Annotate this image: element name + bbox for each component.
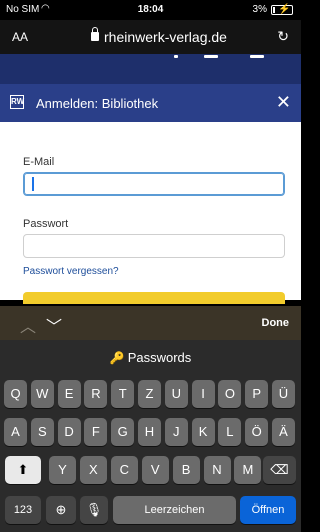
password-suggestion[interactable]: 🔑 Passwords bbox=[0, 340, 301, 376]
keyboard-row-1: QWERTZUIOPÜ bbox=[0, 380, 301, 408]
battery-icon: ⚡ bbox=[271, 4, 293, 15]
microphone-icon[interactable]: 🎙 bbox=[80, 496, 108, 524]
keyboard-row-2: ASDFGHJKLÖÄ bbox=[0, 418, 301, 446]
letter-key[interactable]: W bbox=[30, 380, 54, 408]
letter-key[interactable]: R bbox=[84, 380, 108, 408]
close-icon[interactable]: ✕ bbox=[276, 92, 291, 113]
reload-icon[interactable]: ↻ bbox=[277, 28, 289, 45]
letter-key[interactable]: Ü bbox=[272, 380, 295, 408]
letter-key[interactable]: U bbox=[164, 380, 188, 408]
passwords-label: Passwords bbox=[127, 350, 192, 365]
rheinwerk-logo-icon: RW bbox=[10, 95, 24, 109]
letter-key[interactable]: N bbox=[203, 456, 231, 484]
letter-key[interactable]: E bbox=[57, 380, 81, 408]
email-field[interactable] bbox=[23, 172, 285, 196]
keyboard-row-3: ⬆ ⌫ YXCVBNM bbox=[0, 456, 301, 484]
previous-field-icon[interactable]: ︿ bbox=[20, 313, 36, 337]
keyboard: 🔑 Passwords QWERTZUIOPÜ ASDFGHJKLÖÄ ⬆ ⌫ Y… bbox=[0, 340, 301, 532]
letter-key[interactable]: B bbox=[172, 456, 200, 484]
browser-address-bar[interactable]: AA rheinwerk-verlag.de ↻ bbox=[0, 20, 301, 54]
letter-key[interactable]: S bbox=[30, 418, 54, 446]
letter-key[interactable]: X bbox=[79, 456, 107, 484]
delete-key[interactable]: ⌫ bbox=[263, 456, 296, 484]
letter-key[interactable]: C bbox=[110, 456, 138, 484]
battery-percent: 3% bbox=[252, 4, 267, 15]
status-bar: No SIM ◠ 18:04 3% ⚡ bbox=[0, 0, 301, 20]
open-key[interactable]: Öffnen bbox=[240, 496, 296, 524]
lock-icon bbox=[91, 27, 99, 41]
header-decoration bbox=[204, 55, 218, 58]
done-button[interactable]: Done bbox=[262, 317, 290, 329]
shift-key[interactable]: ⬆ bbox=[5, 456, 41, 484]
letter-key[interactable]: Y bbox=[49, 456, 76, 484]
password-label: Passwort bbox=[23, 218, 69, 230]
letter-key[interactable]: T bbox=[111, 380, 135, 408]
letter-key[interactable]: P bbox=[245, 380, 269, 408]
letter-key[interactable]: F bbox=[84, 418, 108, 446]
site-header-background bbox=[0, 54, 301, 84]
text-caret bbox=[32, 177, 34, 191]
letter-key[interactable]: L bbox=[218, 418, 242, 446]
globe-icon[interactable]: ⊕ bbox=[46, 496, 76, 524]
letter-key[interactable]: V bbox=[141, 456, 169, 484]
login-modal-body: E-Mail Passwort Passwort vergessen? bbox=[0, 122, 301, 304]
next-field-icon[interactable]: ﹀ bbox=[46, 313, 62, 337]
header-decoration bbox=[250, 55, 264, 58]
numbers-key[interactable]: 123 bbox=[5, 496, 41, 524]
letter-key[interactable]: Z bbox=[138, 380, 161, 408]
url-text[interactable]: rheinwerk-verlag.de bbox=[104, 29, 227, 45]
letter-key[interactable]: K bbox=[191, 418, 215, 446]
key-icon: 🔑 bbox=[109, 351, 125, 365]
keyboard-row-4: 123 ⊕ 🎙 Leerzeichen Öffnen bbox=[0, 496, 301, 524]
email-label: E-Mail bbox=[23, 156, 55, 168]
letter-key[interactable]: D bbox=[57, 418, 81, 446]
space-key[interactable]: Leerzeichen bbox=[113, 496, 236, 524]
text-size-button[interactable]: AA bbox=[12, 30, 28, 44]
letter-key[interactable]: A bbox=[4, 418, 27, 446]
login-modal-header: RW Anmelden: Bibliothek ✕ bbox=[0, 84, 301, 122]
header-decoration bbox=[174, 55, 178, 58]
letter-key[interactable]: Ö bbox=[245, 418, 269, 446]
letter-key[interactable]: I bbox=[191, 380, 215, 408]
letter-key[interactable]: Ä bbox=[272, 418, 295, 446]
letter-key[interactable]: J bbox=[164, 418, 188, 446]
letter-key[interactable]: Q bbox=[4, 380, 27, 408]
letter-key[interactable]: M bbox=[234, 456, 262, 484]
letter-key[interactable]: H bbox=[138, 418, 161, 446]
letter-key[interactable]: O bbox=[218, 380, 242, 408]
password-field[interactable] bbox=[23, 234, 285, 258]
modal-title: Anmelden: Bibliothek bbox=[36, 96, 159, 111]
letter-key[interactable]: G bbox=[111, 418, 135, 446]
submit-button[interactable] bbox=[23, 292, 285, 304]
forgot-password-link[interactable]: Passwort vergessen? bbox=[23, 266, 119, 277]
keyboard-accessory-bar: ︿ ﹀ Done bbox=[0, 306, 301, 340]
